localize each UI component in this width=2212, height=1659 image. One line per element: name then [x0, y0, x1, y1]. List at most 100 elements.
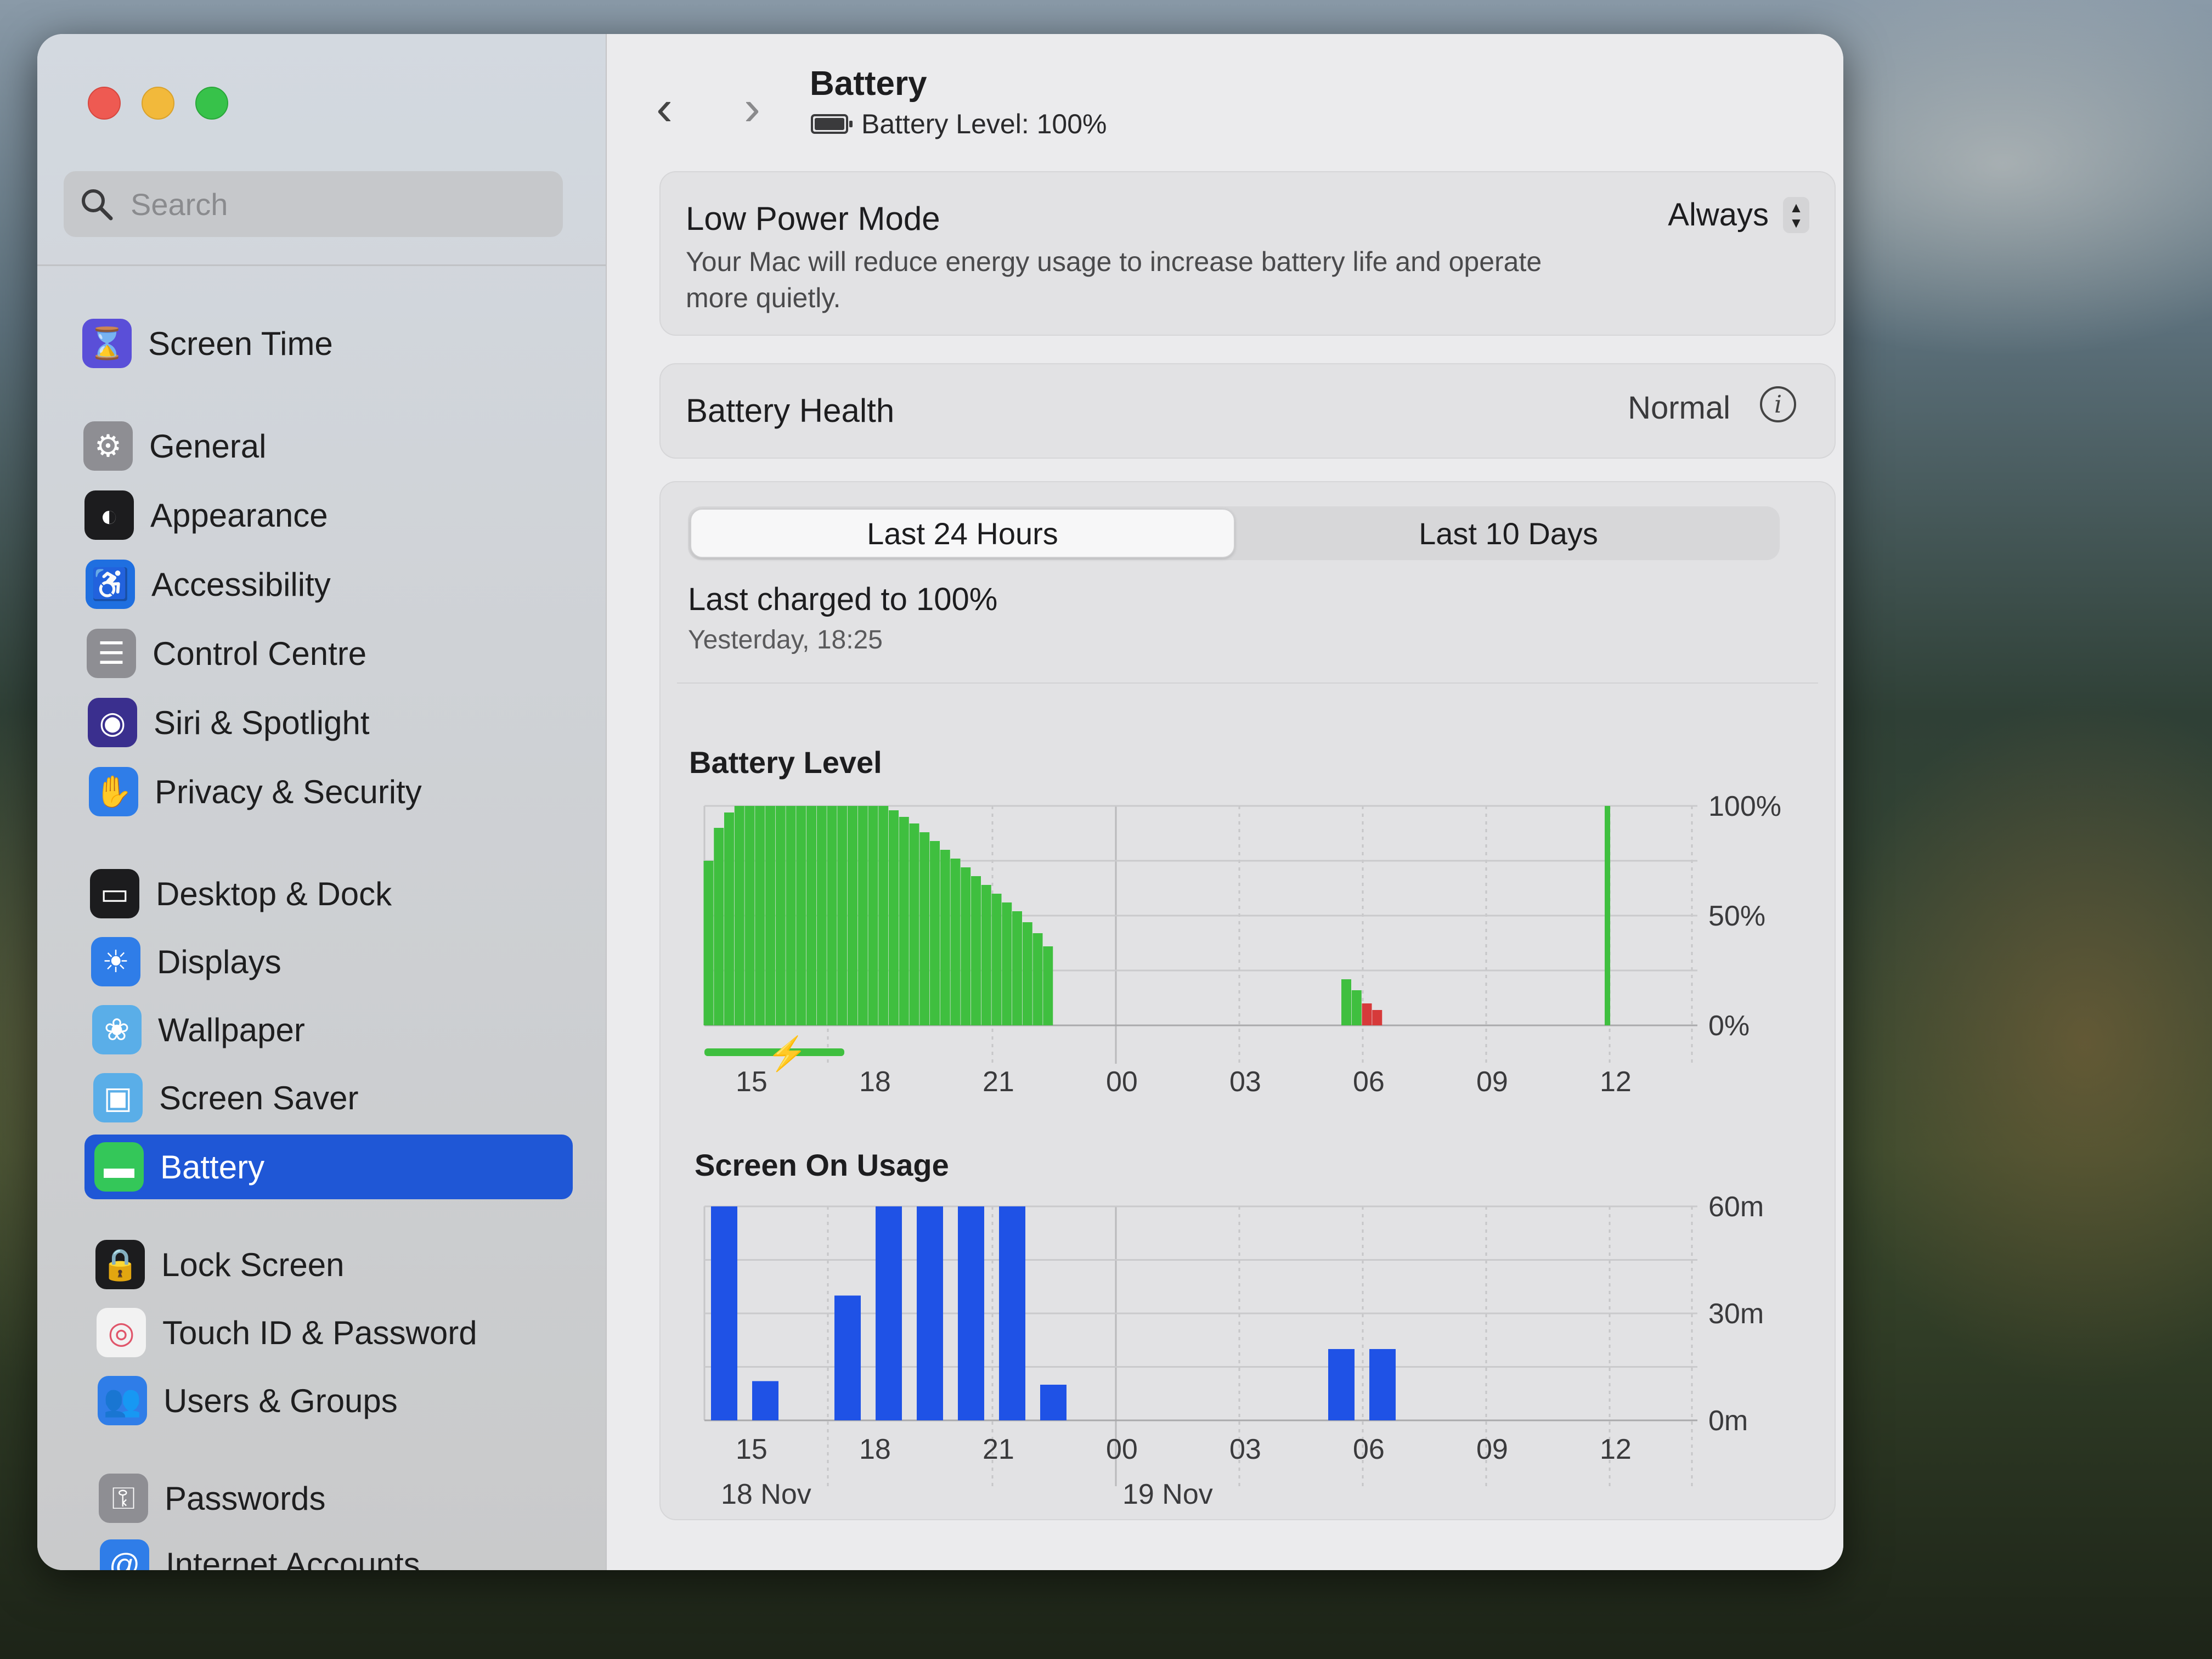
battery-bar	[909, 823, 919, 1025]
usage-bar	[1328, 1349, 1355, 1420]
battery-bar	[1372, 1010, 1383, 1025]
battery-bar	[857, 806, 868, 1025]
at-icon: @	[100, 1539, 149, 1570]
battery-bar	[765, 806, 775, 1025]
sidebar-item-control-centre[interactable]: ☰ Control Centre	[77, 621, 565, 686]
usage-bar	[999, 1206, 1025, 1420]
sidebar-item-touch-id-password[interactable]: ◎ Touch ID & Password	[87, 1300, 575, 1365]
battery-bar	[806, 806, 816, 1025]
battery-bar	[837, 806, 848, 1025]
battery-bar	[744, 806, 755, 1025]
fingerprint-icon: ◎	[97, 1308, 146, 1357]
x-tick-label: 15	[736, 1434, 768, 1465]
battery-bar	[1351, 990, 1362, 1025]
sidebar-item-wallpaper[interactable]: ❀ Wallpaper	[82, 997, 571, 1062]
x-tick-label: 03	[1229, 1434, 1261, 1465]
sidebar-item-label: Siri & Spotlight	[154, 704, 370, 741]
forward-button[interactable]: ›	[744, 83, 760, 133]
battery-bar	[868, 806, 878, 1025]
search-field[interactable]: Search	[64, 171, 563, 237]
battery-bar	[950, 859, 961, 1025]
sidebar-item-passwords[interactable]: ⚿ Passwords	[89, 1466, 577, 1531]
battery-bar	[1362, 1003, 1372, 1025]
search-icon	[82, 189, 113, 221]
x-tick-label: 06	[1353, 1434, 1385, 1465]
battery-bar	[981, 885, 991, 1025]
sidebar-divider	[37, 264, 606, 266]
sidebar-item-privacy-security[interactable]: ✋ Privacy & Security	[79, 759, 567, 824]
sidebar-item-label: Accessibility	[151, 566, 331, 603]
tab-last-24-hours[interactable]: Last 24 Hours	[690, 509, 1235, 558]
zoom-button[interactable]	[195, 87, 228, 120]
battery-level-chart: 100% 50% 0% ⚡15 18 21 00 03 06 09 12	[703, 791, 1781, 1097]
chevron-up-down-icon: ▲ ▼	[1783, 196, 1809, 233]
x-tick-label: 18	[859, 1066, 891, 1097]
usage-bar	[1040, 1385, 1066, 1420]
hourglass-icon: ⌛	[82, 319, 132, 368]
battery-level-chart-title: Battery Level	[689, 745, 882, 780]
usage-card: Last 24 Hours Last 10 Days Last charged …	[659, 481, 1836, 1520]
gear-icon: ⚙	[83, 421, 133, 471]
battery-bar	[919, 832, 930, 1025]
tab-last-10-days[interactable]: Last 10 Days	[1237, 506, 1780, 560]
sidebar-item-lock-screen[interactable]: 🔒 Lock Screen	[86, 1232, 574, 1297]
page-subtitle: Battery Level: 100%	[811, 108, 1107, 140]
battery-icon	[811, 114, 853, 134]
control-centre-icon: ☰	[87, 629, 136, 678]
sidebar-item-label: Displays	[157, 943, 281, 980]
y-tick-label: 0%	[1708, 1010, 1750, 1042]
sidebar-item-label: Control Centre	[153, 635, 367, 672]
sidebar-item-desktop-dock[interactable]: ▭ Desktop & Dock	[80, 861, 568, 926]
battery-bar	[848, 806, 857, 1025]
battery-level-text: Battery Level: 100%	[861, 109, 1107, 139]
back-button[interactable]: ‹	[656, 83, 673, 133]
key-icon: ⚿	[99, 1474, 148, 1523]
battery-bar	[1032, 933, 1043, 1025]
sidebar-item-screen-time[interactable]: ⌛ Screen Time	[72, 311, 561, 376]
info-icon[interactable]: i	[1760, 386, 1796, 422]
low-power-card: Low Power Mode Your Mac will reduce ener…	[659, 171, 1836, 336]
usage-bar	[876, 1206, 902, 1420]
battery-bar	[714, 828, 724, 1025]
battery-bar	[1605, 806, 1610, 1025]
siri-icon: ◉	[88, 698, 137, 747]
battery-bar	[1341, 979, 1351, 1025]
wallpaper-icon: ❀	[92, 1005, 142, 1054]
sidebar-item-internet-accounts[interactable]: @ Internet Accounts	[90, 1532, 578, 1570]
sidebar-item-label: Users & Groups	[163, 1382, 398, 1419]
battery-health-value: Normal	[1628, 390, 1730, 426]
hand-icon: ✋	[89, 767, 138, 816]
sidebar-item-siri-spotlight[interactable]: ◉ Siri & Spotlight	[78, 690, 566, 755]
x-tick-label: 00	[1106, 1066, 1138, 1097]
sidebar-item-label: Lock Screen	[161, 1246, 345, 1283]
sidebar-item-users-groups[interactable]: 👥 Users & Groups	[88, 1368, 576, 1433]
sidebar-item-label: Internet Accounts	[166, 1545, 420, 1571]
sidebar-item-appearance[interactable]: ◐ Appearance	[75, 483, 563, 548]
sidebar-item-displays[interactable]: ☀ Displays	[81, 929, 569, 994]
battery-health-title: Battery Health	[686, 392, 895, 429]
minimize-button[interactable]	[142, 87, 174, 120]
sidebar-item-label: Battery	[160, 1148, 265, 1186]
battery-bar	[734, 806, 744, 1025]
x-tick-label: 03	[1229, 1066, 1261, 1097]
screen-saver-icon: ▣	[93, 1073, 143, 1122]
battery-bar	[878, 806, 889, 1025]
screen-usage-chart-title: Screen On Usage	[695, 1148, 949, 1182]
sidebar-item-general[interactable]: ⚙ General	[74, 414, 562, 478]
battery-bar	[961, 867, 971, 1025]
battery-bar	[899, 817, 909, 1025]
settings-window: Search ⌛ Screen Time ⚙ General ◐ Appearance ♿ A…	[37, 34, 1843, 1570]
close-button[interactable]	[88, 87, 121, 120]
low-power-popup[interactable]: Always ▲ ▼	[1668, 196, 1809, 233]
x-tick-label: 12	[1600, 1434, 1632, 1465]
last-charged-text: Last charged to 100%	[688, 582, 998, 617]
x-tick-label: 18	[859, 1434, 891, 1465]
main-pane: ‹ › Battery Battery Level: 100% Low Powe…	[607, 34, 1843, 1570]
sidebar-item-screen-saver[interactable]: ▣ Screen Saver	[83, 1065, 572, 1130]
sidebar-item-label: Passwords	[165, 1480, 326, 1517]
sidebar-item-label: Wallpaper	[158, 1011, 305, 1048]
low-power-title: Low Power Mode	[686, 200, 940, 237]
sidebar-item-accessibility[interactable]: ♿ Accessibility	[76, 552, 564, 617]
accessibility-icon: ♿	[86, 560, 135, 609]
sidebar-item-battery[interactable]: ▬ Battery	[84, 1135, 573, 1199]
